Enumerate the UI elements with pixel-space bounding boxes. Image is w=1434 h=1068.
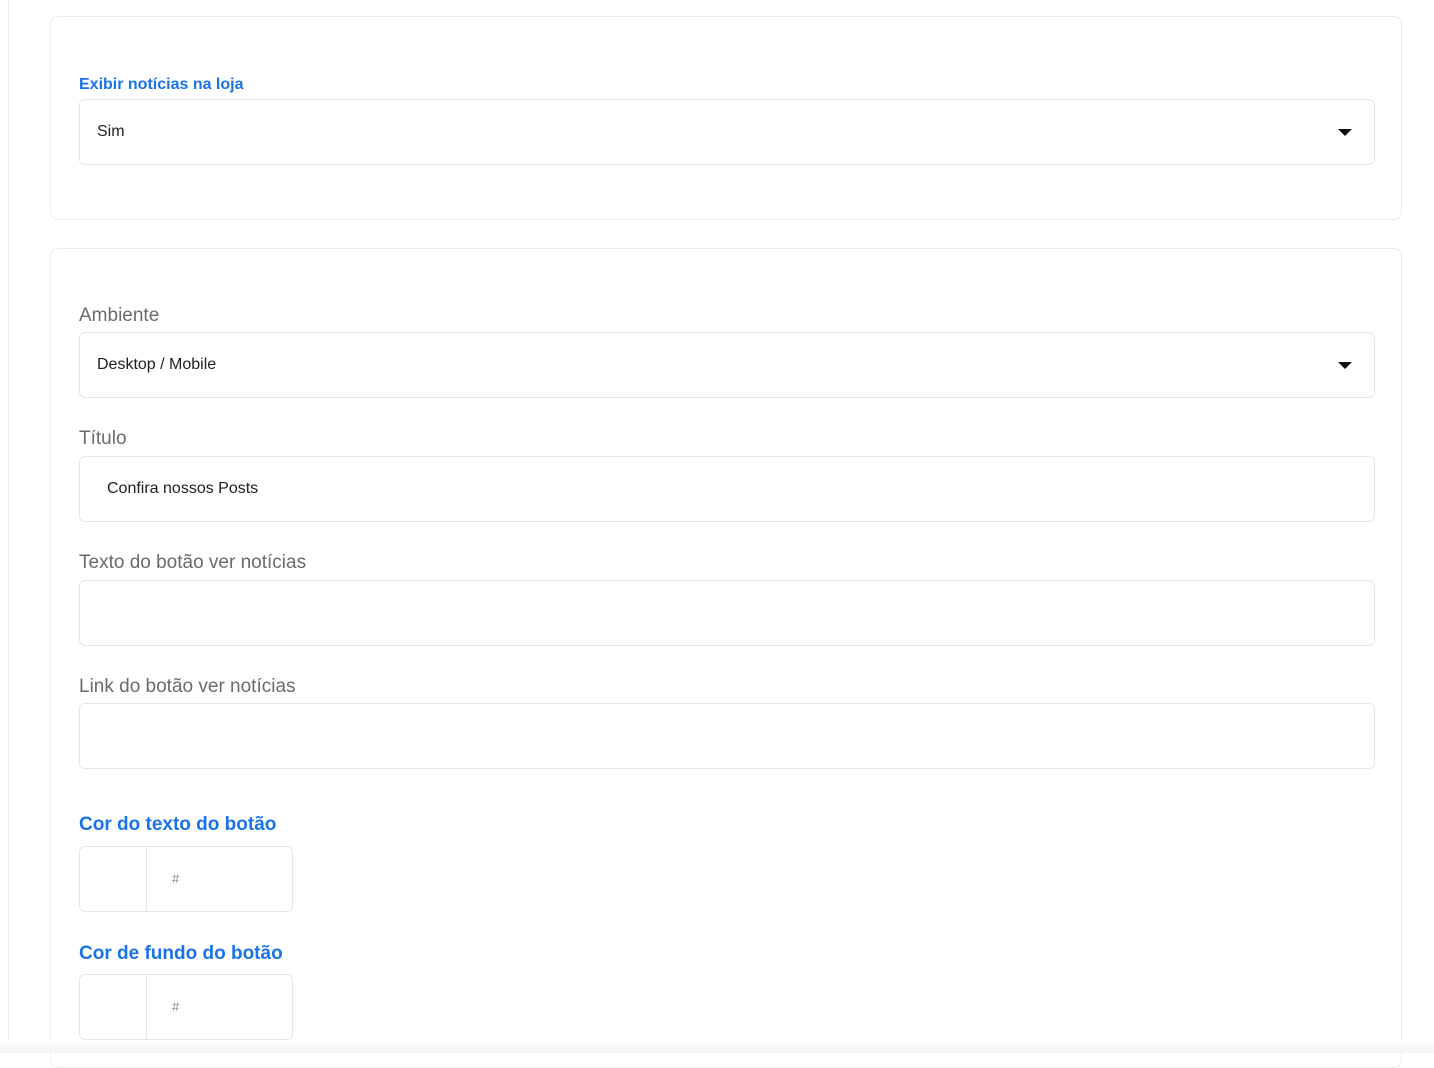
environment-select[interactable]: Desktop / Mobile — [79, 332, 1375, 398]
text-color-picker[interactable]: # — [79, 846, 293, 912]
left-divider — [8, 0, 9, 1053]
title-input[interactable]: Confira nossos Posts — [79, 456, 1375, 522]
show-news-selected-value: Sim — [97, 123, 125, 140]
text-color-swatch[interactable] — [80, 847, 147, 911]
button-link-label: Link do botão ver notícias — [79, 676, 296, 697]
bg-color-hex-prefix: # — [172, 999, 180, 1014]
text-color-label: Cor do texto do botão — [79, 814, 277, 835]
news-settings-card: Ambiente Desktop / Mobile Título Confira… — [50, 248, 1402, 1068]
button-text-input[interactable] — [79, 580, 1375, 646]
title-label: Título — [79, 428, 127, 449]
environment-selected-value: Desktop / Mobile — [97, 356, 217, 373]
bg-color-swatch[interactable] — [80, 975, 147, 1039]
environment-label: Ambiente — [79, 305, 160, 326]
button-link-input[interactable] — [79, 703, 1375, 769]
show-news-label: Exibir notícias na loja — [79, 76, 244, 93]
bg-color-label: Cor de fundo do botão — [79, 943, 283, 964]
bottom-fade — [0, 1040, 1434, 1053]
bg-color-picker[interactable]: # — [79, 974, 293, 1040]
caret-down-icon — [1338, 129, 1352, 136]
title-input-value: Confira nossos Posts — [107, 480, 259, 497]
news-visibility-card: Exibir notícias na loja Sim — [50, 16, 1402, 220]
button-text-label: Texto do botão ver notícias — [79, 552, 307, 573]
text-color-hex-prefix: # — [172, 871, 180, 886]
show-news-select[interactable]: Sim — [79, 99, 1375, 165]
caret-down-icon — [1338, 362, 1352, 369]
